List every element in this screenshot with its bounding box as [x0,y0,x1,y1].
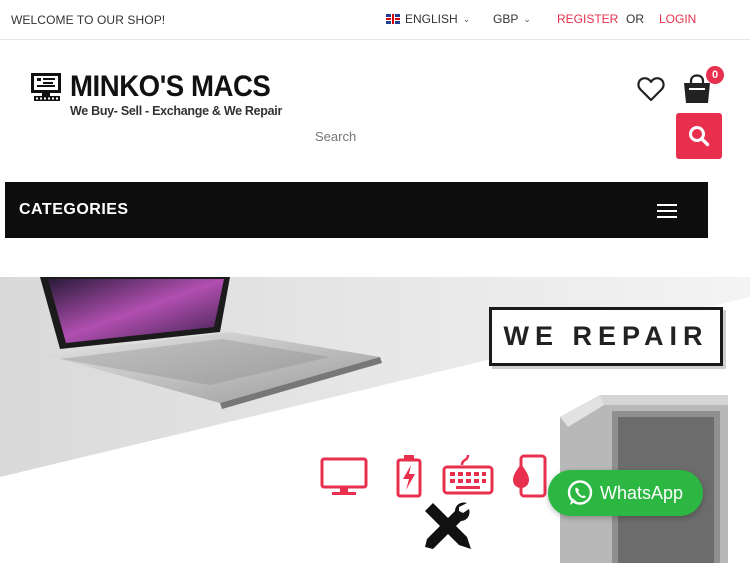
search-input[interactable] [305,118,665,154]
whatsapp-chat-button[interactable]: WhatsApp [548,470,703,516]
hamburger-menu-icon[interactable] [657,204,679,218]
currency-label: GBP [493,12,519,26]
logo-name: MINKO'S MACS [70,70,271,103]
liquid-damage-icon [513,454,547,498]
logo-tagline: We Buy- Sell - Exchange & We Repair [70,104,283,118]
register-link[interactable]: REGISTER [557,12,618,26]
search-icon [689,126,710,147]
whatsapp-icon [567,480,593,505]
we-repair-headline-box: WE REPAIR [489,307,723,366]
heart-icon[interactable] [637,76,665,102]
cart-count-badge: 0 [706,66,724,84]
hero-banner[interactable]: WE REPAIR [0,277,750,563]
chevron-down-icon: ⌄ [523,13,531,24]
language-label: ENGLISH [405,12,458,26]
language-selector[interactable]: ENGLISH ⌄ [386,12,470,26]
battery-icon [396,455,422,498]
computer-logo-icon [31,73,61,101]
whatsapp-label: WhatsApp [600,482,684,503]
tools-icon [425,502,471,549]
login-link[interactable]: LOGIN [659,12,696,26]
site-logo[interactable]: MINKO'S MACS We Buy- Sell - Exchange & W… [28,70,288,126]
search-button[interactable] [676,113,722,159]
categories-label: CATEGORIES [19,201,129,218]
chevron-down-icon: ⌄ [462,13,471,24]
top-bar: WELCOME TO OUR SHOP! ENGLISH ⌄ GBP ⌄ REG… [0,0,750,40]
categories-bar[interactable]: CATEGORIES [5,182,708,238]
monitor-icon [320,457,368,495]
keyboard-icon [442,454,494,495]
banner-headline: WE REPAIR [503,321,709,351]
uk-flag-icon [386,14,400,24]
or-separator: OR [626,12,644,26]
welcome-message: WELCOME TO OUR SHOP! [11,13,166,27]
currency-selector[interactable]: GBP ⌄ [493,12,531,26]
